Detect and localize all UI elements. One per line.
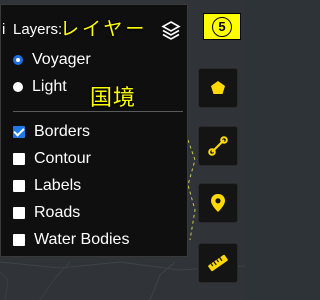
layers-title: Layers: [13,21,63,38]
overlay-label: Labels [34,177,82,194]
measure-button[interactable] [198,243,238,283]
basemap-option-light[interactable]: Light [13,76,67,98]
overlay-option-roads[interactable]: Roads [13,202,80,224]
ruler-icon [208,254,228,272]
checkbox-labels[interactable] [13,180,25,192]
basemap-option-voyager[interactable]: Voyager [13,49,91,71]
checkbox-roads[interactable] [13,207,25,219]
checkbox-water-bodies[interactable] [13,234,25,246]
panel-title-prefix: i [2,21,6,38]
overlay-label: Roads [34,204,81,221]
polygon-icon [211,81,225,94]
overlay-option-contour[interactable]: Contour [13,148,91,170]
step-number-badge: 5 [203,13,241,40]
draw-marker-button[interactable] [198,183,238,223]
overlay-label: Water Bodies [34,231,130,248]
layers-stack-icon[interactable] [161,20,181,42]
overlay-label: Contour [34,150,91,167]
basemap-label: Light [32,78,67,95]
marker-icon [211,194,225,212]
layers-panel: i Layers: Voyager Light Borders Contour … [0,4,188,257]
draw-polygon-button[interactable] [198,68,238,108]
checkbox-contour[interactable] [13,153,25,165]
basemap-label: Voyager [32,51,91,68]
step-number: 5 [212,16,232,37]
overlay-option-water-bodies[interactable]: Water Bodies [13,229,129,251]
overlay-option-borders[interactable]: Borders [13,121,90,143]
annotation-border-jp: 国境 [90,86,137,111]
radio-light[interactable] [13,82,23,92]
radio-voyager[interactable] [13,55,23,65]
annotation-layer-jp: レイヤー [60,18,148,40]
polyline-icon [208,136,228,156]
overlay-label: Borders [34,123,91,140]
checkbox-borders[interactable] [13,126,25,138]
overlay-option-labels[interactable]: Labels [13,175,81,197]
draw-polyline-button[interactable] [198,126,238,166]
